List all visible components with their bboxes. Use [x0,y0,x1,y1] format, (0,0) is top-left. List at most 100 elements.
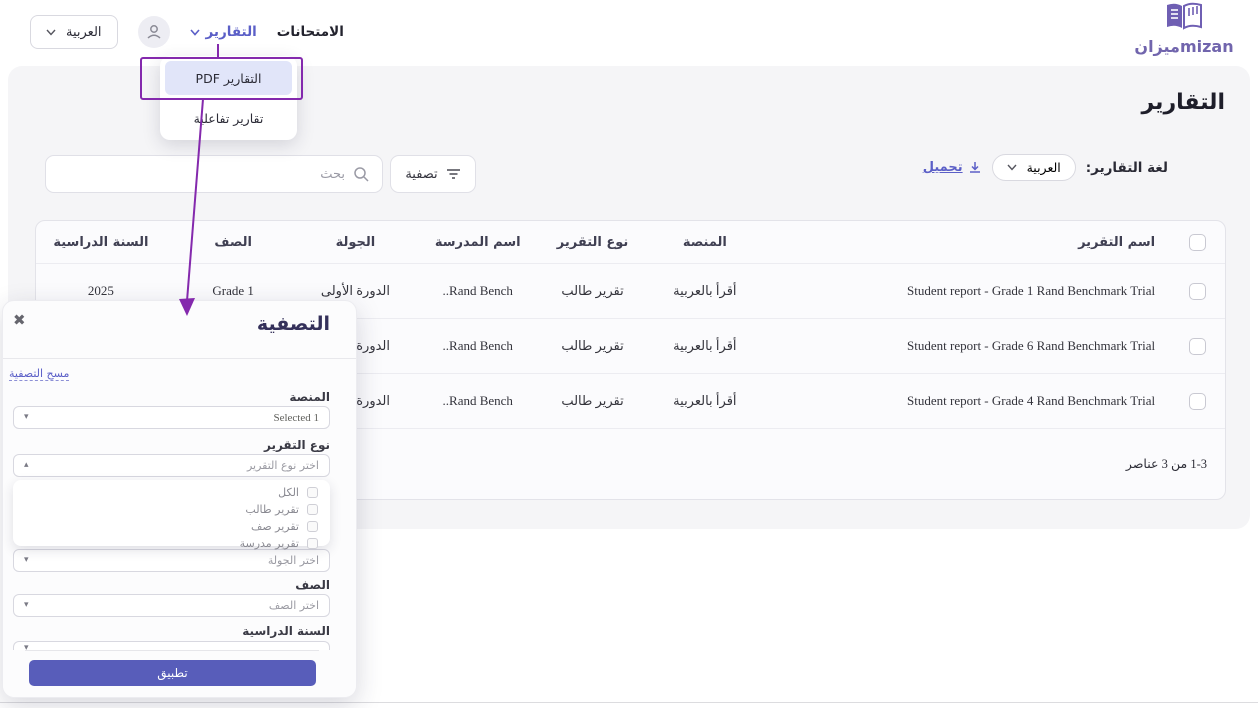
option-school-report[interactable]: تقرير مدرسة [25,536,318,550]
chevron-down-icon [1007,164,1017,171]
col-school-name: اسم المدرسة [434,234,521,250]
divider [3,358,356,359]
option-class-report[interactable]: تقرير صف [25,519,318,533]
col-platform: المنصة [682,234,727,250]
row-checkbox[interactable] [1188,392,1206,410]
language-switcher-label: العربية [66,24,102,39]
report-type-filter-label: نوع التقرير [264,438,330,452]
cell-school-name: ..Rand Bench [442,338,513,353]
cell-school-name: ..Rand Bench [442,393,513,408]
round-filter-placeholder: اختر الجولة [267,554,319,567]
download-icon [969,161,980,173]
search-input[interactable] [58,166,345,182]
cell-report-name: Student report - Grade 1 Rand Benchmark … [907,283,1156,298]
row-checkbox[interactable] [1188,337,1206,355]
menu-item-pdf-reports[interactable]: التقارير PDF [165,61,292,95]
grade-filter-placeholder: اختر الصف [268,599,319,612]
col-report-name: اسم التقرير [1078,234,1156,250]
menu-item-interactive-reports[interactable]: تقارير تفاعلية [165,101,292,135]
col-school-year: السنة الدراسية [53,234,149,250]
platform-filter-value: Selected 1 [273,411,319,424]
brand-logo[interactable]: mizanميزان [1124,2,1244,56]
menu-item-interactive-reports-label: تقارير تفاعلية [193,110,264,126]
grade-filter-select[interactable]: اختر الصف ▾ [13,594,330,617]
chevron-down-icon: ▾ [24,412,29,422]
nav-item-exams[interactable]: الامتحانات [277,24,344,40]
round-filter-select[interactable]: اختر الجولة ▾ [13,549,330,572]
report-type-options-list: الكل تقرير طالب تقرير صف تقرير مدرسة [13,480,330,550]
chevron-up-icon: ▴ [24,460,29,470]
close-icon[interactable]: ✖ [13,313,26,328]
book-logo-icon [1167,2,1202,30]
nav-item-reports[interactable]: التقارير [189,24,257,40]
table-header-row: اسم التقرير المنصة نوع التقرير اسم المدر… [36,221,1225,263]
cell-school-name: ..Rand Bench [442,283,513,298]
cell-report-type: تقرير طالب [561,338,624,353]
chevron-down-icon: ▾ [24,600,29,610]
report-language-row: لغة التقارير: العربية تحميل [923,154,1168,181]
person-icon [147,25,161,39]
option-all[interactable]: الكل [25,485,318,499]
filter-button[interactable]: تصفية [390,155,476,193]
report-type-filter-select[interactable]: اختر نوع التقرير ▴ [13,454,330,477]
cell-report-name: Student report - Grade 6 Rand Benchmark … [907,338,1156,353]
report-language-value: العربية [1026,161,1061,175]
year-filter-label: السنة الدراسية [242,624,330,638]
report-language-label: لغة التقارير: [1085,159,1168,176]
cell-grade: Grade 1 [212,283,254,298]
grade-filter-label: الصف [295,578,330,592]
filter-form: المنصة Selected 1 ▾ نوع التقرير اختر نوع… [13,389,330,653]
apply-filters-button[interactable]: تطبيق [29,660,316,686]
cell-report-type: تقرير طالب [561,283,624,298]
cell-platform: أقرأ بالعربية [673,338,737,353]
brand-wordmark: mizanميزان [1134,37,1234,56]
chevron-down-icon [189,28,200,36]
option-label: تقرير طالب [245,502,299,516]
filter-panel-footer: تطبيق [3,650,356,697]
filter-panel-title: التصفية [256,313,330,335]
platform-filter-label: المنصة [289,390,330,404]
option-checkbox[interactable] [307,537,318,549]
chevron-down-icon [46,29,56,36]
option-checkbox[interactable] [307,486,318,498]
option-student-report[interactable]: تقرير طالب [25,502,318,516]
reports-dropdown-menu: التقارير PDF تقارير تفاعلية [160,56,297,140]
top-navigation-bar: mizanميزان الامتحانات التقارير العربية [0,0,1258,64]
download-link[interactable]: تحميل [923,160,982,175]
cell-platform: أقرأ بالعربية [673,283,737,298]
menu-item-pdf-reports-label: التقارير PDF [195,70,262,86]
report-type-filter-placeholder: اختر نوع التقرير [246,459,319,472]
cell-report-name: Student report - Grade 4 Rand Benchmark … [907,393,1156,408]
download-label: تحميل [922,160,963,175]
option-label: تقرير صف [250,519,299,533]
user-avatar[interactable] [137,16,170,48]
clear-filters-link[interactable]: مسح التصفية [9,367,70,381]
cell-platform: أقرأ بالعربية [673,393,737,408]
filter-icon [446,169,460,179]
col-report-type: نوع التقرير [556,234,629,250]
col-grade: الصف [214,234,252,250]
filter-panel: ✖ التصفية مسح التصفية المنصة Selected 1 … [2,300,357,698]
search-box [45,155,383,193]
option-checkbox[interactable] [307,503,318,515]
option-label: تقرير مدرسة [239,536,299,550]
nav-item-exams-label: الامتحانات [276,24,344,40]
language-switcher-button[interactable]: العربية [30,15,118,49]
platform-filter-select[interactable]: Selected 1 ▾ [13,406,330,429]
option-label: الكل [278,485,299,499]
search-icon [354,166,369,182]
main-nav: الامتحانات التقارير العربية [30,0,344,64]
select-all-checkbox[interactable] [1188,233,1206,251]
filter-button-label: تصفية [405,166,438,181]
divider [25,650,319,651]
window-bottom-divider [0,702,1258,703]
nav-item-reports-label: التقارير [205,24,257,40]
option-checkbox[interactable] [307,520,318,532]
cell-report-type: تقرير طالب [561,393,624,408]
col-round: الجولة [335,234,376,250]
report-language-select[interactable]: العربية [991,154,1076,181]
chevron-down-icon: ▾ [24,555,29,565]
cell-year: 2025 [87,283,114,298]
row-checkbox[interactable] [1188,282,1206,300]
cell-round: الدورة الأولى [320,283,391,298]
